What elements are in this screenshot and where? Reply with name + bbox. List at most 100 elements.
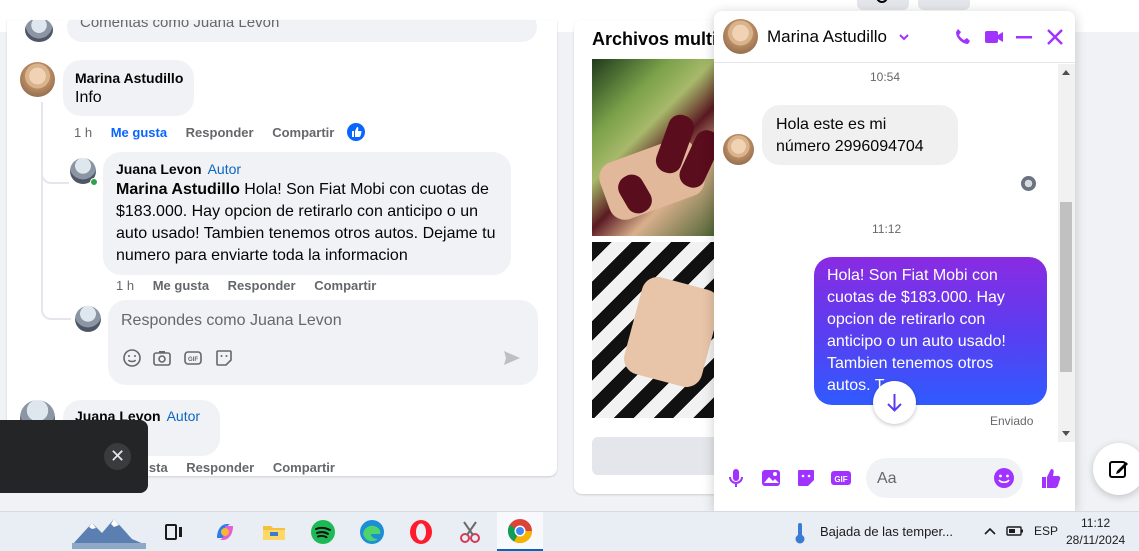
emoji-icon[interactable] <box>122 348 142 368</box>
reply-bubble: Juana Levon Autor Marina Astudillo Hola! … <box>103 152 511 275</box>
battery-icon[interactable] <box>1006 524 1024 538</box>
outgoing-message[interactable]: Hola! Son Fiat Mobi con cuotas de $183.0… <box>814 257 1047 405</box>
reply-button[interactable]: Responder <box>186 125 254 140</box>
message-timestamp: 10:54 <box>870 70 901 84</box>
opera-icon[interactable] <box>407 518 435 546</box>
contact-name[interactable]: Marina Astudillo <box>767 27 887 47</box>
camera-icon[interactable] <box>152 348 172 368</box>
comment-time[interactable]: 1 h <box>74 125 92 140</box>
edge-icon[interactable] <box>358 518 386 546</box>
clock-time[interactable]: 11:12 <box>1081 516 1110 530</box>
media-panel: Archivos multimedia <box>574 20 724 494</box>
reply-actions: 1 h Me gusta Responder Compartir <box>116 278 391 293</box>
scroll-to-bottom-button[interactable] <box>873 381 916 424</box>
taskbar-active-app[interactable] <box>497 512 543 551</box>
contact-avatar[interactable] <box>723 19 758 54</box>
comment-2-actions: gusta Responder Compartir <box>133 460 350 475</box>
minimize-icon[interactable] <box>1013 26 1035 48</box>
chat-header: Marina Astudillo <box>714 11 1075 63</box>
comment-bubble: Marina Astudillo Info <box>63 60 194 116</box>
snipping-tool-icon[interactable] <box>456 518 484 546</box>
top-comment-input[interactable]: Comentas como Juana Levon <box>67 20 537 42</box>
scrollbar-thumb[interactable] <box>1060 202 1072 372</box>
share-button[interactable]: Compartir <box>272 125 334 140</box>
message-status: Enviado <box>990 414 1034 428</box>
reply-input-box[interactable]: Respondes como Juana Levon GIF <box>108 300 538 385</box>
arrow-down-icon <box>887 394 902 412</box>
message-input[interactable]: Aa <box>866 458 1023 498</box>
task-view-icon[interactable] <box>160 518 188 546</box>
see-all-button[interactable] <box>592 437 724 475</box>
notification-toast: ✕ <box>0 420 148 493</box>
sticker-icon[interactable] <box>214 348 234 368</box>
thumbs-up-icon[interactable] <box>1039 467 1063 491</box>
phone-icon[interactable] <box>952 26 974 48</box>
search-icon <box>876 0 888 3</box>
top-comment-placeholder: Comentas como Juana Levon <box>80 20 280 31</box>
send-icon[interactable] <box>502 348 522 368</box>
scroll-up-arrow[interactable] <box>1062 70 1070 75</box>
sticker-icon[interactable] <box>795 467 817 489</box>
thermometer-icon[interactable] <box>792 521 808 545</box>
svg-text:GIF: GIF <box>834 475 847 484</box>
comment-text: Info <box>75 89 102 106</box>
chrome-icon <box>507 519 532 544</box>
spotify-icon[interactable] <box>309 518 337 546</box>
media-title: Archivos multimedia <box>592 29 724 49</box>
clock-date[interactable]: 28/11/2024 <box>1066 533 1125 547</box>
mention-link[interactable]: Marina Astudillo <box>116 181 240 198</box>
reply-reply-button[interactable]: Responder <box>228 278 296 293</box>
svg-text:GIF: GIF <box>188 357 198 363</box>
comment-actions: 1 h Me gusta Responder Compartir <box>74 125 349 140</box>
gif-icon[interactable]: GIF <box>183 348 203 368</box>
search-button[interactable] <box>857 0 909 10</box>
current-user-avatar <box>25 20 53 42</box>
comment-2-reply-button[interactable]: Responder <box>186 460 254 475</box>
photo-icon[interactable] <box>760 467 782 489</box>
commenter-avatar[interactable] <box>20 62 55 97</box>
comment-author[interactable]: Marina Astudillo <box>75 70 183 86</box>
reply-input-placeholder[interactable]: Respondes como Juana Levon <box>121 312 342 330</box>
microphone-icon[interactable] <box>725 467 747 489</box>
emoji-icon[interactable] <box>993 467 1015 489</box>
thread-connector <box>41 306 71 320</box>
chevron-up-icon[interactable] <box>983 525 997 537</box>
incoming-message[interactable]: Hola este es mi número 2996094704 <box>762 105 958 165</box>
reply-like-button[interactable]: Me gusta <box>153 278 209 293</box>
chevron-down-icon[interactable] <box>898 32 910 42</box>
file-explorer-icon[interactable] <box>260 518 288 546</box>
chat-scrollbar[interactable] <box>1058 64 1075 442</box>
reply-text: Marina Astudillo Hola! Son Fiat Mobi con… <box>116 179 506 267</box>
like-reaction-icon[interactable] <box>347 123 365 141</box>
weather-widget[interactable]: Bajada de las temper... <box>820 524 953 539</box>
media-photo[interactable] <box>592 242 724 418</box>
video-icon[interactable] <box>983 26 1005 48</box>
thread-connector <box>41 170 69 184</box>
chat-messages: 10:54 Hola este es mi número 2996094704 … <box>714 64 1058 442</box>
read-receipt-avatar <box>1021 176 1036 191</box>
author-badge: Autor <box>207 161 242 177</box>
online-status-dot <box>90 178 98 186</box>
sender-avatar[interactable] <box>723 134 754 165</box>
windows-taskbar: Bajada de las temper... ESP 11:12 28/11/… <box>0 511 1139 551</box>
reply-input-avatar <box>75 306 101 332</box>
photo-hand <box>620 273 724 391</box>
media-photo[interactable] <box>592 59 724 236</box>
copilot-icon[interactable] <box>211 518 239 546</box>
comments-panel: Comentas como Juana Levon Marina Astudil… <box>7 20 557 476</box>
toast-close-button[interactable]: ✕ <box>104 443 131 470</box>
reply-share-button[interactable]: Compartir <box>314 278 376 293</box>
reply-time[interactable]: 1 h <box>116 278 134 293</box>
reply-author[interactable]: Juana Levon <box>116 161 202 177</box>
close-icon[interactable] <box>1044 26 1066 48</box>
messenger-chat-window: Marina Astudillo 10:54 Hola este es mi n… <box>714 11 1075 511</box>
menu-button[interactable] <box>918 0 970 10</box>
scroll-down-arrow[interactable] <box>1062 431 1070 436</box>
language-indicator[interactable]: ESP <box>1034 524 1058 538</box>
compose-icon <box>1109 461 1128 478</box>
new-message-button[interactable] <box>1093 443 1139 495</box>
gif-icon[interactable]: GIF <box>830 467 852 489</box>
landscape-widget-icon[interactable] <box>72 515 146 549</box>
like-button[interactable]: Me gusta <box>111 125 167 140</box>
comment-2-share-button[interactable]: Compartir <box>273 460 335 475</box>
